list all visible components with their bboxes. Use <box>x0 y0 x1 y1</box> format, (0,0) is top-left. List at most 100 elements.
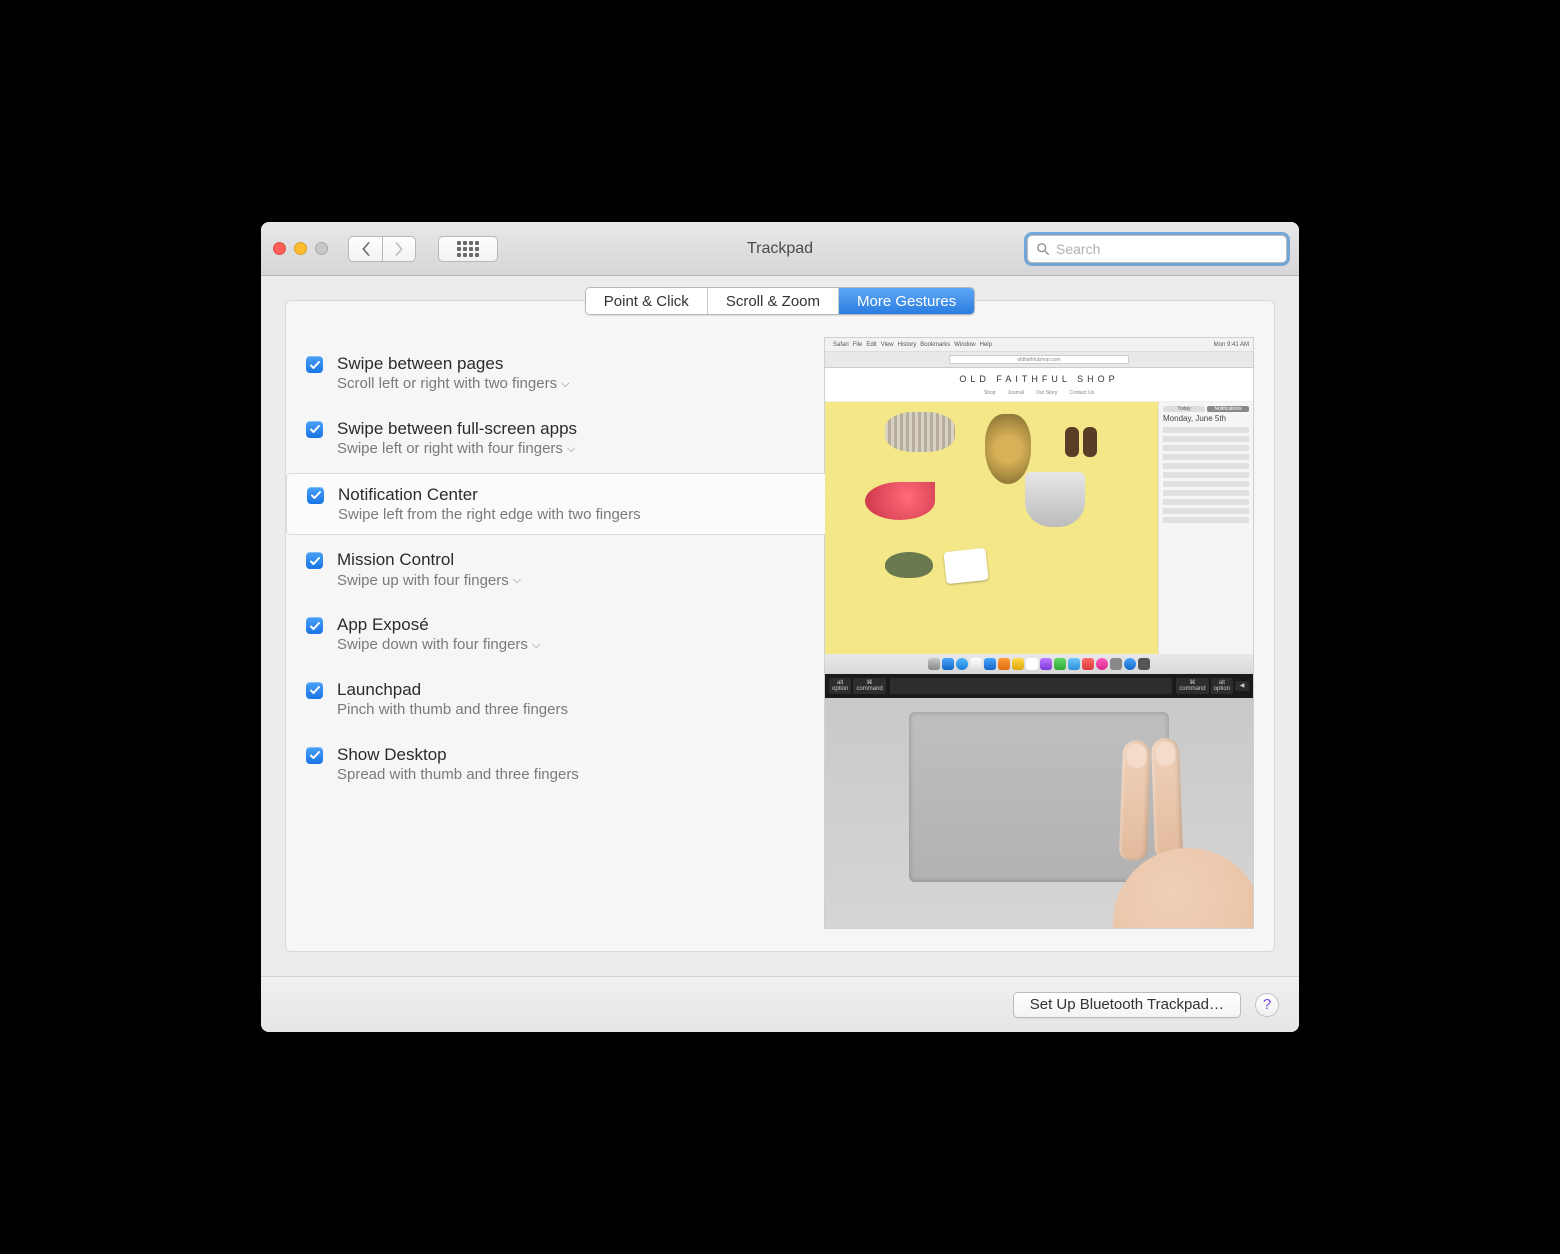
dock-icon <box>1040 658 1052 670</box>
key: altoption <box>829 678 851 694</box>
gesture-title: Launchpad <box>337 679 568 700</box>
gesture-show-desktop[interactable]: Show Desktop Spread with thumb and three… <box>286 734 825 795</box>
watermelon-icon <box>865 482 935 520</box>
preview-keyboard: altoption ⌘command ⌘command altoption ◀ <box>825 674 1253 698</box>
key: altoption <box>1211 678 1233 694</box>
gesture-mission-control[interactable]: Mission Control Swipe up with four finge… <box>286 539 825 600</box>
book-icon <box>943 548 988 584</box>
tab-scroll-zoom[interactable]: Scroll & Zoom <box>708 288 839 314</box>
help-button[interactable]: ? <box>1255 993 1279 1017</box>
check-icon <box>309 359 321 371</box>
dock-icon <box>956 658 968 670</box>
gesture-swipe-fullscreen-apps[interactable]: Swipe between full-screen apps Swipe lef… <box>286 408 825 469</box>
gesture-title: App Exposé <box>337 614 540 635</box>
dock-icon <box>970 658 982 670</box>
key-spacebar <box>890 678 1173 694</box>
search-icon <box>1036 242 1050 256</box>
gesture-app-expose[interactable]: App Exposé Swipe down with four fingers⌵ <box>286 604 825 665</box>
tab-point-click[interactable]: Point & Click <box>586 288 708 314</box>
checkbox[interactable] <box>306 421 323 438</box>
check-icon <box>309 423 321 435</box>
dock-icon <box>1054 658 1066 670</box>
forward-button[interactable] <box>382 236 416 262</box>
gesture-launchpad[interactable]: Launchpad Pinch with thumb and three fin… <box>286 669 825 730</box>
dock-icon <box>1138 658 1150 670</box>
pineapple-icon <box>985 414 1031 484</box>
panel-body: Swipe between pages Scroll left or right… <box>286 315 1274 951</box>
chevron-down-icon: ⌵ <box>532 638 540 652</box>
preview-browser-toolbar: oldfaithfulshop.com <box>825 352 1253 368</box>
preferences-panel: Point & Click Scroll & Zoom More Gesture… <box>285 300 1275 952</box>
dock-icon <box>1110 658 1122 670</box>
gesture-title: Notification Center <box>338 484 641 505</box>
gesture-title: Show Desktop <box>337 744 579 765</box>
bottle-icon <box>1083 427 1097 457</box>
chevron-down-icon: ⌵ <box>513 573 521 587</box>
preview-menubar: Safari File Edit View History Bookmarks … <box>825 338 1253 352</box>
preview-url: oldfaithfulshop.com <box>949 355 1129 364</box>
close-window-button[interactable] <box>273 242 286 255</box>
preview-page-logo: OLD FAITHFUL SHOP <box>825 368 1253 390</box>
preview-trackpad-area <box>825 698 1253 928</box>
checkbox[interactable] <box>306 552 323 569</box>
tab-more-gestures[interactable]: More Gestures <box>839 288 974 314</box>
checkbox[interactable] <box>306 617 323 634</box>
dock-icon <box>1096 658 1108 670</box>
preview-page-nav: Shop Journal Our Story Contact Us <box>825 390 1253 402</box>
checkbox[interactable] <box>307 487 324 504</box>
gesture-swipe-between-pages[interactable]: Swipe between pages Scroll left or right… <box>286 343 825 404</box>
footer: Set Up Bluetooth Trackpad… ? <box>261 976 1299 1032</box>
preview-notification-center: Today Notifications Monday, June 5th <box>1158 402 1253 654</box>
gesture-preview: Safari File Edit View History Bookmarks … <box>824 337 1254 929</box>
bucket-icon <box>1025 472 1085 527</box>
dock-icon <box>1026 658 1038 670</box>
back-button[interactable] <box>348 236 382 262</box>
minimize-window-button[interactable] <box>294 242 307 255</box>
dock-icon <box>942 658 954 670</box>
show-all-button[interactable] <box>438 236 498 262</box>
dock-icon <box>1082 658 1094 670</box>
chevron-left-icon <box>361 242 371 256</box>
search-field[interactable] <box>1027 235 1287 263</box>
gesture-notification-center[interactable]: Notification Center Swipe left from the … <box>286 473 825 536</box>
towels-icon <box>885 412 955 452</box>
checkbox[interactable] <box>306 747 323 764</box>
gesture-subtitle-dropdown[interactable]: Scroll left or right with two fingers⌵ <box>337 374 569 394</box>
check-icon <box>309 749 321 761</box>
checkbox[interactable] <box>306 356 323 373</box>
search-input[interactable] <box>1056 241 1278 257</box>
dock-icon <box>1068 658 1080 670</box>
finger-icon <box>1151 738 1183 859</box>
checkbox[interactable] <box>306 682 323 699</box>
bottle-icon <box>1065 427 1079 457</box>
key: ⌘command <box>853 678 885 694</box>
gesture-subtitle: Swipe left from the right edge with two … <box>338 505 641 525</box>
dock-icon <box>1012 658 1024 670</box>
preview-dock <box>825 654 1253 674</box>
toolbar: Trackpad <box>261 222 1299 276</box>
gesture-subtitle-dropdown[interactable]: Swipe left or right with four fingers⌵ <box>337 439 577 459</box>
chevron-right-icon <box>394 242 404 256</box>
preview-app-name: Safari <box>833 342 849 348</box>
gesture-title: Mission Control <box>337 549 521 570</box>
gesture-title: Swipe between pages <box>337 353 569 374</box>
content-area: Point & Click Scroll & Zoom More Gesture… <box>261 276 1299 976</box>
cap-icon <box>885 552 933 578</box>
chevron-down-icon: ⌵ <box>561 377 569 391</box>
check-icon <box>309 684 321 696</box>
gesture-subtitle: Spread with thumb and three fingers <box>337 765 579 785</box>
system-preferences-window: Trackpad Point & Click Scroll & Zoom Mor… <box>261 222 1299 1032</box>
preview-hand <box>1073 738 1243 929</box>
tab-segmented-control: Point & Click Scroll & Zoom More Gesture… <box>585 287 975 315</box>
window-controls <box>273 242 328 255</box>
preview-date: Monday, June 5th <box>1163 415 1249 424</box>
gesture-subtitle-dropdown[interactable]: Swipe down with four fingers⌵ <box>337 635 540 655</box>
setup-bluetooth-trackpad-button[interactable]: Set Up Bluetooth Trackpad… <box>1013 992 1241 1018</box>
grid-icon <box>457 241 479 257</box>
check-icon <box>309 620 321 632</box>
zoom-window-button <box>315 242 328 255</box>
gesture-list: Swipe between pages Scroll left or right… <box>286 337 824 929</box>
gesture-subtitle-dropdown[interactable]: Swipe up with four fingers⌵ <box>337 571 521 591</box>
preview-clock: Mon 9:41 AM <box>1214 342 1249 348</box>
check-icon <box>309 555 321 567</box>
